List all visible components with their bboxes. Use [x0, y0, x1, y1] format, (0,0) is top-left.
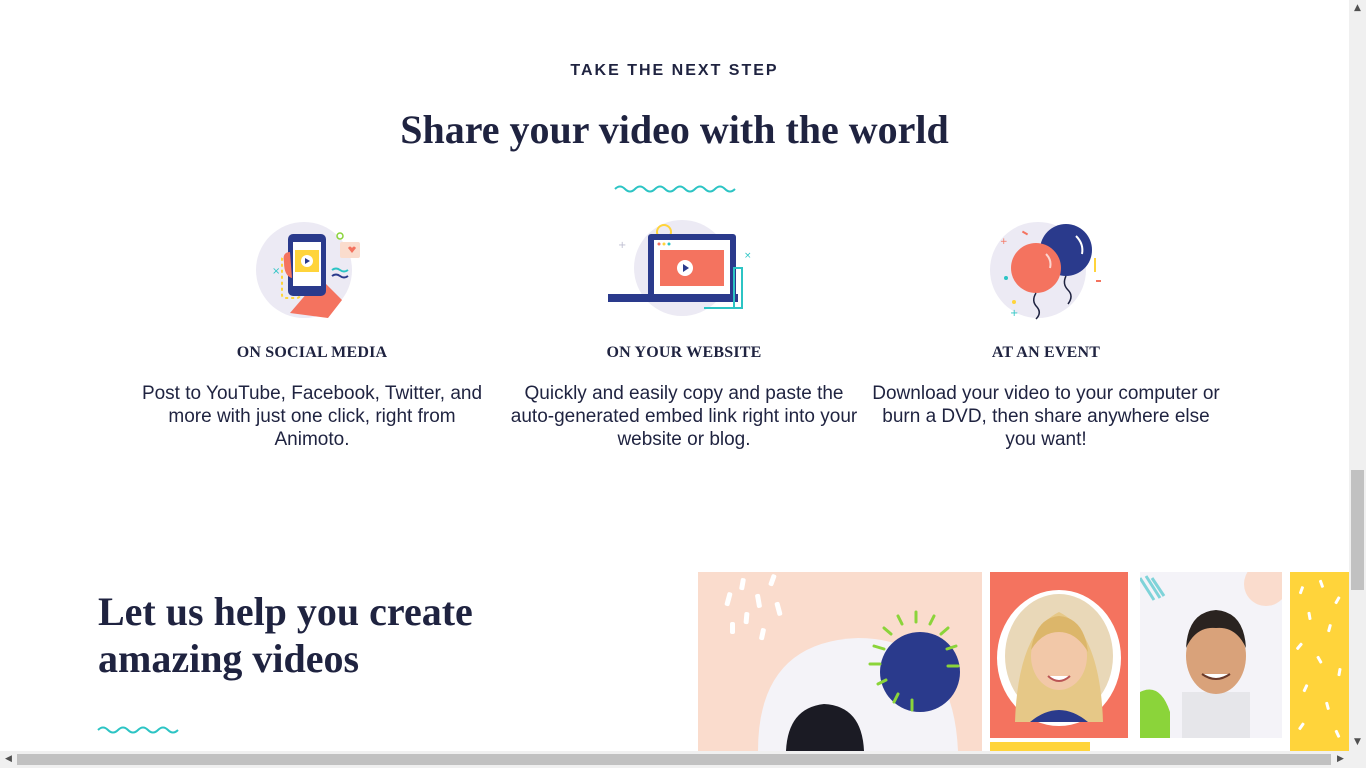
feature-title: ON SOCIAL MEDIA	[236, 344, 388, 361]
feature-website: + × ON YOUR WEBSITE Quickly and easily c…	[509, 218, 859, 451]
scroll-left-icon[interactable]: ◀	[0, 751, 17, 768]
portrait-woman-image	[997, 590, 1121, 726]
collage-decoration-image	[724, 574, 960, 751]
squiggle-divider-icon	[97, 726, 179, 734]
feature-event: + + AT AN EVENT Download your video to y…	[871, 218, 1221, 451]
svg-text:+: +	[1010, 308, 1018, 319]
feature-title: ON YOUR WEBSITE	[606, 344, 762, 361]
feature-social-media: × ON SOCIAL MEDIA Post to YouTube, Faceb…	[137, 218, 487, 451]
collage-panel-portrait-woman	[986, 572, 1132, 751]
vertical-scroll-thumb[interactable]	[1351, 470, 1364, 590]
section-eyebrow: TAKE THE NEXT STEP	[570, 62, 779, 79]
horizontal-scroll-thumb[interactable]	[17, 754, 1331, 765]
collage-panel-yellow	[1290, 572, 1349, 751]
svg-text:+: +	[1000, 237, 1008, 247]
help-title: Let us help you create amazing videos	[98, 589, 473, 681]
section-headline: Share your video with the world	[400, 107, 949, 152]
feature-description: Quickly and easily copy and paste the au…	[510, 383, 858, 450]
scrollbar-corner	[1349, 751, 1366, 768]
feature-title: AT AN EVENT	[991, 344, 1101, 361]
yellow-pattern-image	[1296, 579, 1342, 738]
laptop-video-icon: + ×	[608, 220, 752, 316]
scroll-down-icon[interactable]: ▼	[1349, 734, 1366, 751]
feature-description: Post to YouTube, Facebook, Twitter, and …	[141, 383, 483, 450]
collage-panel-portrait-man	[1136, 572, 1282, 751]
svg-text:×: ×	[272, 266, 280, 277]
portrait-man-image	[1140, 572, 1282, 738]
scroll-up-icon[interactable]: ▲	[1349, 0, 1366, 17]
scroll-right-icon[interactable]: ▶	[1332, 751, 1349, 768]
vertical-scrollbar[interactable]: ▲ ▼	[1349, 0, 1366, 751]
collage-panel-woman	[698, 572, 982, 751]
svg-text:+: +	[618, 240, 626, 251]
squiggle-divider-icon	[614, 185, 736, 193]
feature-description: Download your video to your computer or …	[872, 383, 1220, 450]
phone-in-hand-icon: ×	[256, 222, 360, 318]
page: TAKE THE NEXT STEP Share your video with…	[0, 0, 1349, 751]
horizontal-scrollbar[interactable]: ◀ ▶	[0, 751, 1349, 768]
svg-text:×: ×	[744, 251, 752, 261]
balloons-icon: + +	[990, 222, 1101, 320]
people-collage	[698, 572, 1349, 751]
